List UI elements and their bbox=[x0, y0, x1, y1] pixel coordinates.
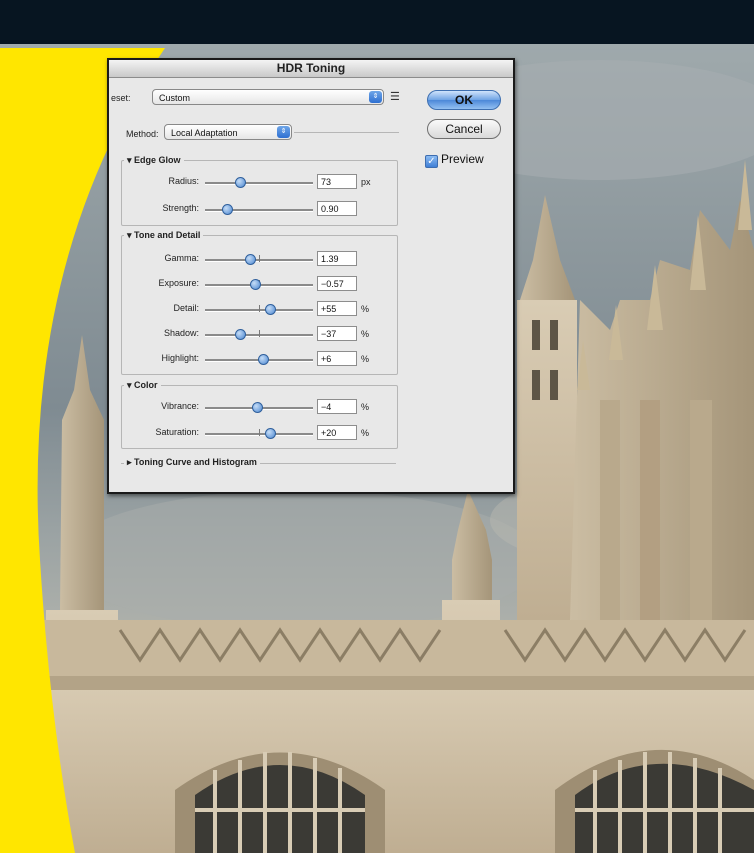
saturation-unit: % bbox=[361, 428, 370, 438]
highlight-field[interactable]: +6 bbox=[317, 351, 357, 366]
highlight-unit: % bbox=[361, 354, 370, 364]
shadow-field[interactable]: −37 bbox=[317, 326, 357, 341]
tone-detail-title: Tone and Detail bbox=[134, 230, 201, 240]
preview-checkbox[interactable]: ✓ Preview bbox=[425, 152, 484, 168]
dialog-title: HDR Toning bbox=[109, 60, 513, 78]
right-towers bbox=[517, 160, 754, 620]
method-dropdown[interactable]: Local Adaptation ⇕ bbox=[164, 124, 292, 140]
vibrance-unit: % bbox=[361, 402, 370, 412]
vibrance-field[interactable]: −4 bbox=[317, 399, 357, 414]
gamma-field[interactable]: 1.39 bbox=[317, 251, 357, 266]
exposure-slider-knob[interactable] bbox=[249, 279, 261, 290]
strength-label: Strength: bbox=[162, 203, 199, 213]
vibrance-slider-knob[interactable] bbox=[251, 402, 263, 413]
radius-label: Radius: bbox=[168, 176, 199, 186]
strength-slider-knob[interactable] bbox=[221, 204, 233, 215]
edge-glow-header[interactable]: ▾ Edge Glow bbox=[124, 155, 184, 166]
gamma-center-tick bbox=[259, 255, 260, 262]
radius-field[interactable]: 73 bbox=[317, 174, 357, 189]
highlight-label: Highlight: bbox=[161, 353, 199, 363]
saturation-slider-knob[interactable] bbox=[264, 428, 276, 439]
vibrance-label: Vibrance: bbox=[161, 401, 199, 411]
strength-field[interactable]: 0.90 bbox=[317, 201, 357, 216]
hdr-toning-dialog: HDR Toning eset: Custom ⇕ ☰ OK Cancel Me… bbox=[107, 58, 515, 494]
edge-glow-title: Edge Glow bbox=[134, 155, 181, 165]
shadow-unit: % bbox=[361, 329, 370, 339]
saturation-label: Saturation: bbox=[155, 427, 199, 437]
exposure-field[interactable]: −0.57 bbox=[317, 276, 357, 291]
ok-button[interactable]: OK bbox=[427, 90, 501, 110]
cancel-button[interactable]: Cancel bbox=[427, 119, 501, 139]
checkmark-icon: ✓ bbox=[425, 155, 438, 168]
chevron-updown-icon: ⇕ bbox=[277, 126, 290, 138]
toning-curve-header[interactable]: ▸ Toning Curve and Histogram bbox=[124, 457, 260, 468]
gamma-label: Gamma: bbox=[164, 253, 199, 263]
radius-unit: px bbox=[361, 177, 371, 187]
method-divider bbox=[294, 132, 399, 133]
preset-value: Custom bbox=[159, 93, 191, 103]
edge-glow-group bbox=[121, 160, 398, 226]
shadow-slider-knob[interactable] bbox=[234, 329, 246, 340]
detail-label: Detail: bbox=[173, 303, 199, 313]
shadow-label: Shadow: bbox=[163, 328, 199, 338]
preset-dropdown[interactable]: Custom ⇕ bbox=[152, 89, 384, 105]
detail-unit: % bbox=[361, 304, 370, 314]
saturation-center-tick bbox=[259, 429, 260, 436]
detail-field[interactable]: +55 bbox=[317, 301, 357, 316]
color-header[interactable]: ▾ Color bbox=[124, 380, 161, 391]
saturation-field[interactable]: +20 bbox=[317, 425, 357, 440]
radius-slider-knob[interactable] bbox=[234, 177, 246, 188]
preset-options-icon[interactable]: ☰ bbox=[390, 90, 400, 103]
toning-curve-title: Toning Curve and Histogram bbox=[134, 457, 257, 467]
method-label: Method: bbox=[126, 129, 159, 139]
preview-label: Preview bbox=[441, 152, 484, 166]
color-title: Color bbox=[134, 380, 158, 390]
shadow-center-tick bbox=[259, 330, 260, 337]
detail-center-tick bbox=[259, 305, 260, 312]
preset-label: eset: bbox=[111, 93, 131, 103]
tone-detail-header[interactable]: ▾ Tone and Detail bbox=[124, 230, 204, 241]
exposure-label: Exposure: bbox=[158, 278, 199, 288]
method-value: Local Adaptation bbox=[171, 128, 238, 138]
chevron-updown-icon: ⇕ bbox=[369, 91, 382, 103]
radius-slider[interactable] bbox=[205, 182, 313, 185]
detail-slider-knob[interactable] bbox=[264, 304, 276, 315]
